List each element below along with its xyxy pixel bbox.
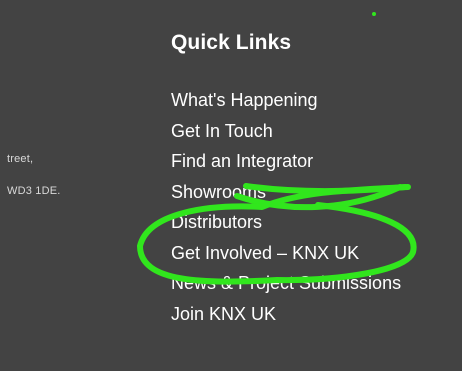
quick-link-item: What's Happening <box>171 85 456 116</box>
quick-link-item: Showrooms <box>171 177 456 208</box>
quick-link-whats-happening[interactable]: What's Happening <box>171 85 456 116</box>
quick-link-item: Get Involved – KNX UK <box>171 238 456 269</box>
quick-link-item: Distributors <box>171 207 456 238</box>
screenshot: treet, WD3 1DE. Quick Links What's Happe… <box>0 0 476 385</box>
address-line-postcode: WD3 1DE. <box>7 185 61 197</box>
quick-link-join-knx-uk[interactable]: Join KNX UK <box>171 299 456 330</box>
quick-links-list: What's Happening Get In Touch Find an In… <box>171 85 456 329</box>
quick-link-find-an-integrator[interactable]: Find an Integrator <box>171 146 456 177</box>
quick-link-item: News & Project Submissions <box>171 268 456 299</box>
quick-link-get-involved[interactable]: Get Involved – KNX UK <box>171 238 456 269</box>
quick-link-showrooms[interactable]: Showrooms <box>171 177 456 208</box>
site-footer: treet, WD3 1DE. Quick Links What's Happe… <box>0 0 462 371</box>
quick-link-news-project-submissions[interactable]: News & Project Submissions <box>171 268 456 299</box>
quick-link-item: Join KNX UK <box>171 299 456 330</box>
quick-link-item: Get In Touch <box>171 116 456 147</box>
quick-link-distributors[interactable]: Distributors <box>171 207 456 238</box>
quick-links-heading: Quick Links <box>171 31 292 54</box>
address-line-street: treet, <box>7 153 34 165</box>
quick-links-section: Quick Links What's Happening Get In Touc… <box>171 28 456 329</box>
quick-link-get-in-touch[interactable]: Get In Touch <box>171 116 456 147</box>
quick-link-item: Find an Integrator <box>171 146 456 177</box>
